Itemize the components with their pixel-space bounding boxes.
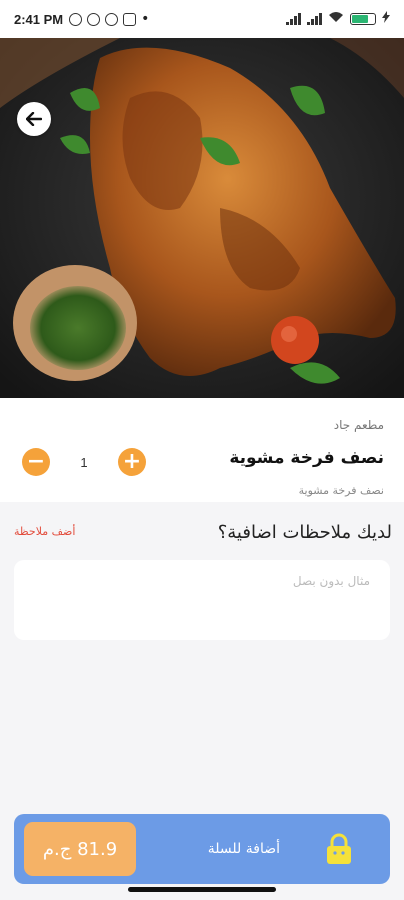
lock-icon (324, 833, 354, 865)
whatsapp-icon (87, 12, 101, 26)
alarm-icon (69, 12, 83, 26)
add-note-link[interactable]: أضف ملاحظة (14, 525, 75, 538)
decrease-quantity-button[interactable]: − (22, 448, 50, 476)
dish-image (0, 38, 404, 398)
quantity-value: 1 (80, 454, 88, 470)
status-time: 2:41 PM (14, 11, 64, 27)
price-badge: 81.9 ج.م (24, 822, 136, 876)
dish-title: نصف فرخة مشوية (229, 448, 384, 468)
quantity-stepper: − 1 + (22, 445, 146, 479)
product-info-card: مطعم جاد نصف فرخة مشوية نصف فرخة مشوية −… (0, 398, 404, 502)
notes-title: لديك ملاحظات اضافية؟ (217, 522, 392, 543)
increase-quantity-button[interactable]: + (117, 448, 146, 476)
signal-icon-2 (307, 13, 322, 25)
app-icon (105, 12, 119, 26)
dish-subtitle: نصف فرخة مشوية (298, 484, 384, 497)
signal-icon (286, 13, 301, 25)
add-to-cart-button[interactable]: 81.9 ج.م أضافة للسلة (14, 814, 390, 884)
more-notifications-icon: • (141, 10, 150, 27)
wifi-icon (328, 11, 344, 27)
battery-icon (350, 13, 376, 25)
notes-input[interactable] (14, 560, 390, 640)
charging-icon (382, 11, 390, 27)
news-icon (123, 12, 137, 26)
restaurant-name: مطعم جاد (333, 418, 384, 432)
arrow-left-icon (26, 112, 42, 126)
notes-box (14, 560, 390, 640)
plus-icon: + (122, 449, 142, 474)
back-button[interactable] (17, 102, 51, 136)
minus-icon: − (26, 449, 46, 474)
home-indicator[interactable] (128, 887, 276, 892)
status-bar: 2:41 PM • (0, 0, 404, 38)
add-to-cart-label: أضافة للسلة (207, 841, 280, 857)
